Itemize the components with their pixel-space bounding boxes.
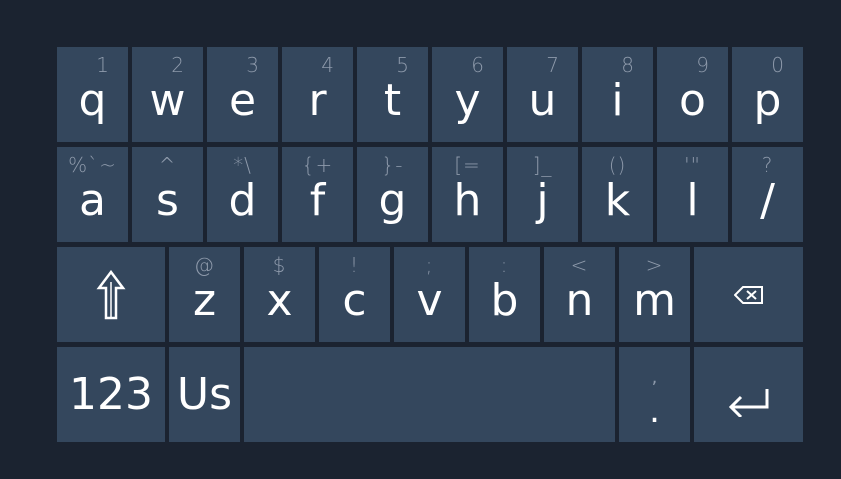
key-alt-label: {+ [301,153,334,177]
key-g[interactable]: }- g [357,147,428,242]
key-label: m [633,275,676,326]
key-alt-label: ? [761,153,774,177]
key-label: h [453,175,482,226]
key-alt-label: 9 [696,53,710,77]
key-alt-label: 1 [96,53,110,77]
key-alt-label: ! [349,253,360,277]
key-x[interactable]: $ x [244,247,315,342]
key-label: d [228,175,257,226]
key-label: r [308,75,327,126]
key-alt-label: @ [194,253,215,277]
key-n[interactable]: < n [544,247,615,342]
key-alt-label: 0 [771,53,785,77]
key-m[interactable]: > m [619,247,690,342]
key-h[interactable]: [= h [432,147,503,242]
key-label: u [528,75,557,126]
key-label: z [192,275,217,326]
key-w[interactable]: 2 w [132,47,203,142]
key-slash[interactable]: ? / [732,147,803,242]
key-alt-label: 2 [171,53,185,77]
key-f[interactable]: {+ f [282,147,353,242]
key-label: j [536,175,549,226]
key-label: q [78,75,107,126]
shift-icon [57,247,165,342]
backspace-icon [694,247,803,342]
key-label: e [228,75,257,126]
key-d[interactable]: *\ d [207,147,278,242]
key-alt-label: 4 [321,53,335,77]
key-period[interactable]: , . [619,347,690,442]
key-i[interactable]: 8 i [582,47,653,142]
key-r[interactable]: 4 r [282,47,353,142]
key-alt-label: 3 [246,53,260,77]
numbers-mode-key[interactable]: 123 [57,347,165,442]
key-label: l [686,175,699,226]
key-alt-label: : [500,253,509,277]
key-s[interactable]: ^ s [132,147,203,242]
key-alt-label: 8 [621,53,635,77]
key-label: p [753,75,782,126]
key-alt-label: '" [684,153,701,177]
key-label: w [149,75,186,126]
key-label: i [611,75,624,126]
numbers-mode-label: 123 [69,369,153,420]
key-c[interactable]: ! c [319,247,390,342]
key-alt-label: [= [454,153,481,177]
key-label: a [79,175,106,226]
key-label: v [416,275,443,326]
key-l[interactable]: '" l [657,147,728,242]
key-alt-label: < [570,253,589,277]
key-alt-label: > [645,253,664,277]
key-alt-label: $ [272,253,287,277]
enter-key[interactable] [694,347,803,442]
key-y[interactable]: 6 y [432,47,503,142]
key-label: g [378,175,407,226]
key-label: f [309,175,326,226]
key-alt-label: ; [425,253,434,277]
key-q[interactable]: 1 q [57,47,128,142]
key-label: y [454,75,481,126]
key-label: / [760,175,775,226]
key-p[interactable]: 0 p [732,47,803,142]
key-alt-label: 5 [396,53,410,77]
space-key[interactable] [244,347,615,442]
key-u[interactable]: 7 u [507,47,578,142]
on-screen-keyboard: 1 q 2 w 3 e 4 r 5 t 6 y 7 u 8 i 9 o 0 p … [0,0,841,479]
key-alt-label: }- [381,153,404,177]
key-alt-label: () [608,153,627,177]
key-alt-label: 6 [471,53,485,77]
key-alt-label: %`~ [68,153,117,177]
key-label: o [679,75,706,126]
key-alt-label: 7 [546,53,560,77]
backspace-key[interactable] [694,247,803,342]
key-v[interactable]: ; v [394,247,465,342]
key-alt-label: ]_ [532,153,553,177]
key-alt-label: ^ [158,153,177,177]
key-b[interactable]: : b [469,247,540,342]
key-z[interactable]: @ z [169,247,240,342]
enter-icon [694,361,803,442]
key-label: k [604,175,631,226]
key-e[interactable]: 3 e [207,47,278,142]
key-label: c [342,275,367,326]
key-k[interactable]: () k [582,147,653,242]
layout-label: Us [176,369,233,420]
key-o[interactable]: 9 o [657,47,728,142]
key-label: b [490,275,519,326]
key-label: n [565,275,594,326]
key-alt-label: , [651,367,658,388]
key-t[interactable]: 5 t [357,47,428,142]
key-alt-label: *\ [233,153,252,177]
key-label: . [649,391,660,431]
shift-key[interactable] [57,247,165,342]
key-j[interactable]: ]_ j [507,147,578,242]
layout-key[interactable]: Us [169,347,240,442]
key-label: t [383,75,402,126]
key-label: s [156,175,179,226]
key-label: x [266,275,293,326]
key-a[interactable]: %`~ a [57,147,128,242]
